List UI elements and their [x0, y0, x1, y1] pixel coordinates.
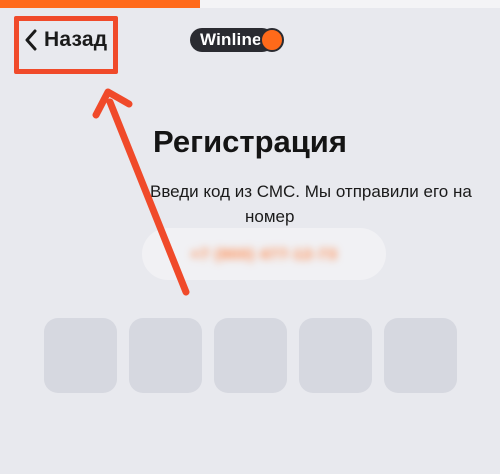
- registration-progress-bar: [0, 0, 200, 8]
- code-cell-1[interactable]: [44, 318, 117, 393]
- code-cell-4[interactable]: [299, 318, 372, 393]
- sms-instruction: Введи код из СМС. Мы отправили его на но…: [150, 179, 480, 229]
- code-cell-3[interactable]: [214, 318, 287, 393]
- chevron-left-icon: [25, 29, 37, 51]
- back-button-label: Назад: [44, 28, 108, 51]
- winline-logo: Winline: [190, 28, 284, 52]
- page-title: Регистрация: [153, 124, 347, 159]
- back-button[interactable]: Назад: [24, 28, 107, 52]
- top-strip: [0, 0, 500, 8]
- phone-number-pill: +7 (900) 477-12-73: [142, 228, 386, 280]
- sms-code-input: [44, 318, 457, 393]
- sms-instruction-line1: Введи код из СМС. Мы отправили его на: [150, 182, 472, 201]
- logo-dot: [259, 28, 284, 52]
- phone-number: +7 (900) 477-12-73: [190, 245, 338, 263]
- code-cell-2[interactable]: [129, 318, 202, 393]
- code-cell-5[interactable]: [384, 318, 457, 393]
- sms-instruction-line2: номер: [245, 207, 295, 226]
